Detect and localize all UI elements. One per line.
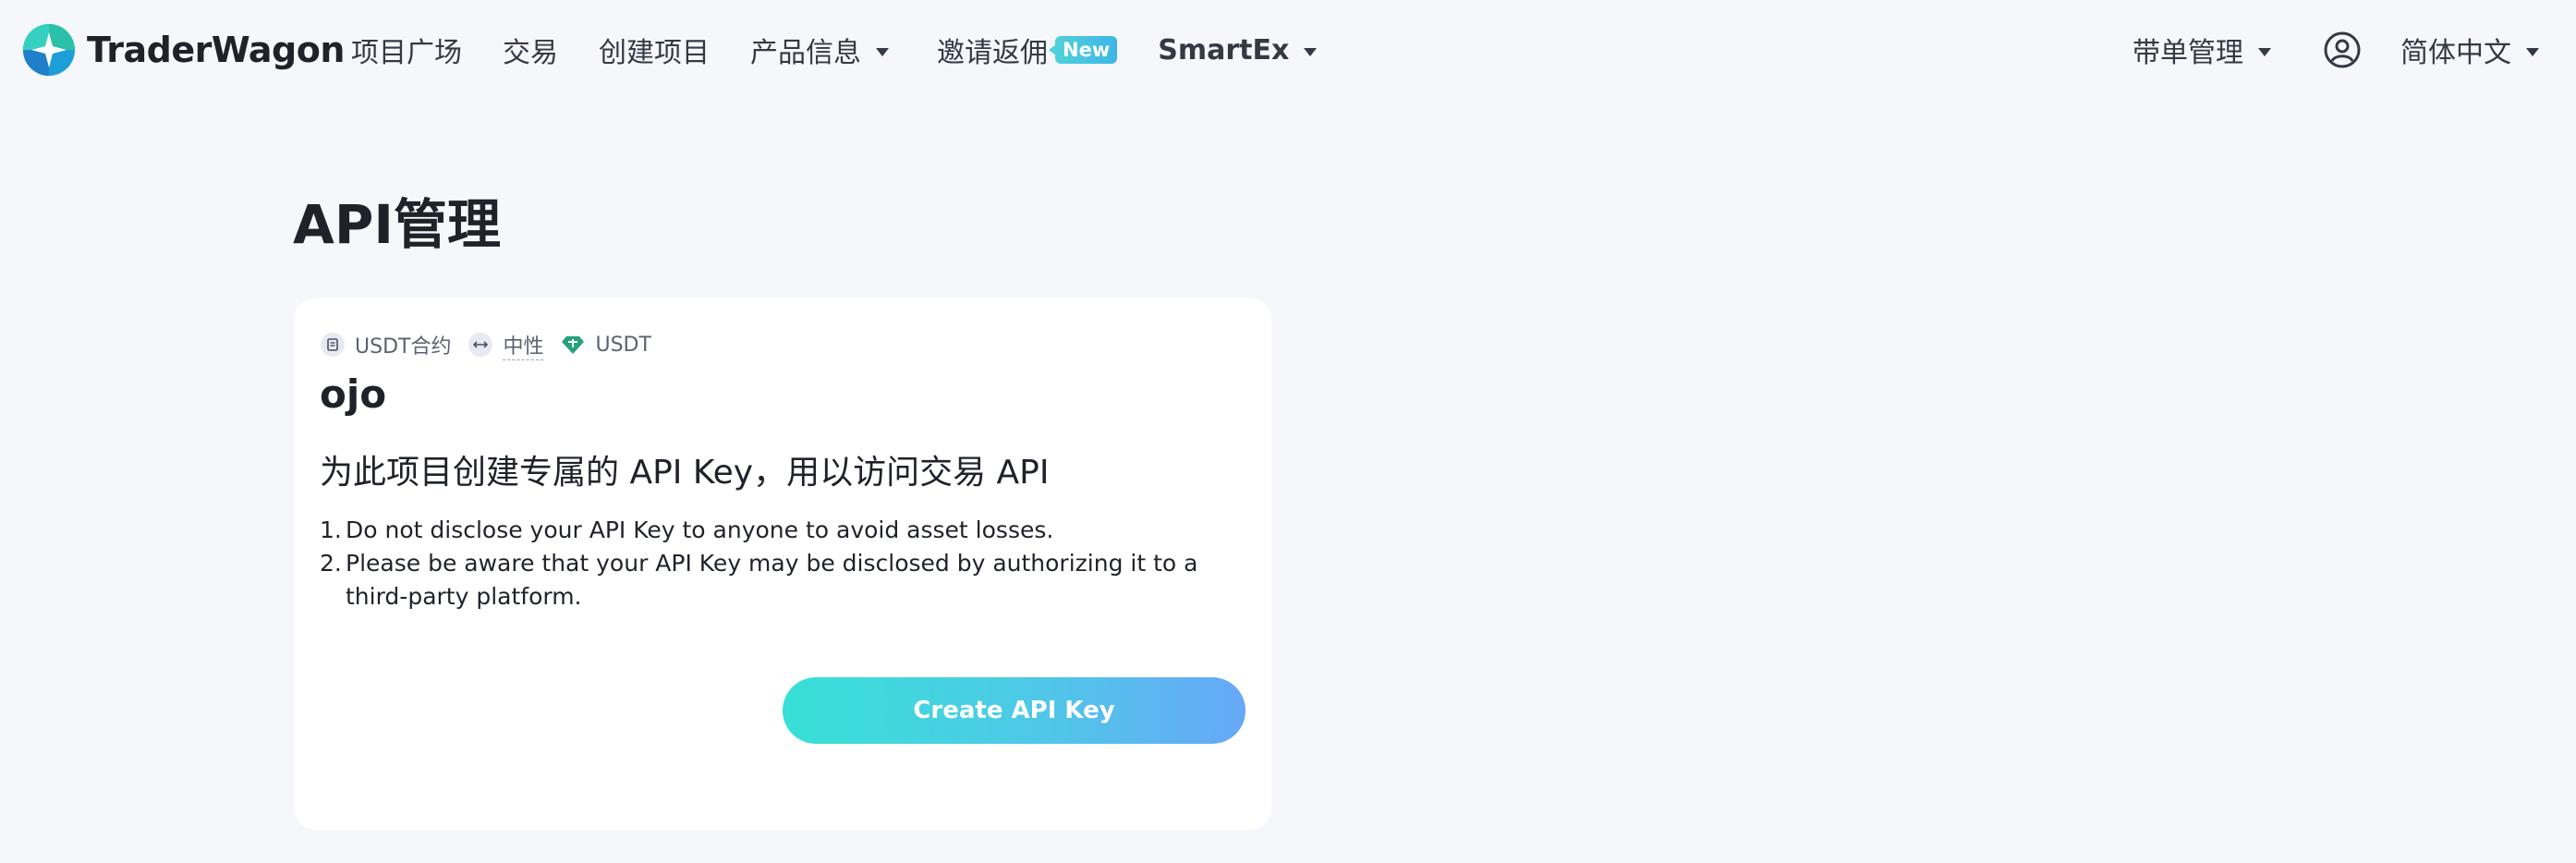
nav-item-label: 项目广场 — [351, 37, 462, 69]
nav-item-label: 交易 — [503, 37, 558, 69]
logo[interactable]: TraderWagon — [22, 23, 345, 77]
nav-item-smartex[interactable]: SmartEx — [1158, 33, 1318, 67]
language-selector[interactable]: 简体中文 — [2400, 30, 2539, 70]
tag-asset: USDT — [560, 332, 651, 358]
list-item: 1. Do not disclose your API Key to anyon… — [320, 514, 1244, 547]
tag-contract: USDT合约 — [320, 330, 451, 359]
user-circle-icon — [2324, 31, 2361, 68]
caret-down-icon — [2258, 47, 2271, 56]
nav-item-label: 产品信息 — [750, 37, 861, 69]
caret-down-icon — [2526, 47, 2539, 56]
page-title: API管理 — [293, 193, 501, 256]
card-heading: 为此项目创建专属的 API Key，用以访问交易 API — [320, 454, 1050, 492]
nav-item-label: 邀请返佣 — [937, 37, 1048, 69]
main-nav: 项目广场 交易 创建项目 产品信息 邀请返佣 New SmartEx — [351, 0, 1318, 100]
notes-list: 1. Do not disclose your API Key to anyon… — [320, 514, 1244, 614]
nav-item-products[interactable]: 产品信息 — [750, 30, 889, 70]
logo-text: TraderWagon — [87, 30, 345, 70]
arrows-horizontal-icon — [468, 332, 493, 358]
copy-trading-menu[interactable]: 带单管理 — [2132, 30, 2271, 70]
traderwagon-logo-icon — [23, 24, 75, 76]
project-tags: USDT合约 中性 USDT — [320, 329, 668, 360]
copy-trading-label: 带单管理 — [2132, 37, 2243, 69]
top-navbar: TraderWagon 项目广场 交易 创建项目 产品信息 邀请返佣 New S… — [0, 0, 2576, 100]
api-key-card: USDT合约 中性 USDT ojo 为此项目创建专属的 API Key，用以访… — [294, 298, 1271, 830]
nav-item-projects[interactable]: 项目广场 — [351, 30, 462, 70]
language-label: 简体中文 — [2400, 37, 2511, 69]
nav-item-referral[interactable]: 邀请返佣 New — [937, 30, 1118, 70]
nav-item-label: SmartEx — [1158, 33, 1290, 67]
right-nav: 带单管理 简体中文 — [2132, 0, 2539, 100]
contract-icon — [320, 332, 346, 358]
tag-mode-label: 中性 — [503, 330, 544, 360]
tag-asset-label: USDT — [595, 333, 651, 357]
user-account-button[interactable] — [2323, 30, 2362, 69]
tag-contract-label: USDT合约 — [355, 335, 452, 359]
list-item: 2. Please be aware that your API Key may… — [320, 547, 1244, 614]
nav-item-trade[interactable]: 交易 — [503, 30, 558, 70]
list-item-number: 2. — [320, 550, 342, 577]
create-api-key-button[interactable]: Create API Key — [783, 677, 1245, 744]
nav-item-create-project[interactable]: 创建项目 — [599, 30, 710, 70]
tag-mode: 中性 — [468, 330, 544, 360]
caret-down-icon — [1304, 47, 1318, 56]
list-item-number: 1. — [320, 517, 342, 543]
caret-down-icon — [876, 47, 889, 56]
list-item-text: Please be aware that your API Key may be… — [346, 550, 1198, 610]
list-item-text: Do not disclose your API Key to anyone t… — [346, 517, 1054, 543]
new-badge: New — [1055, 36, 1118, 64]
nav-item-label: 创建项目 — [599, 37, 710, 69]
project-name: ojo — [320, 371, 387, 417]
usdt-diamond-icon — [560, 332, 586, 358]
